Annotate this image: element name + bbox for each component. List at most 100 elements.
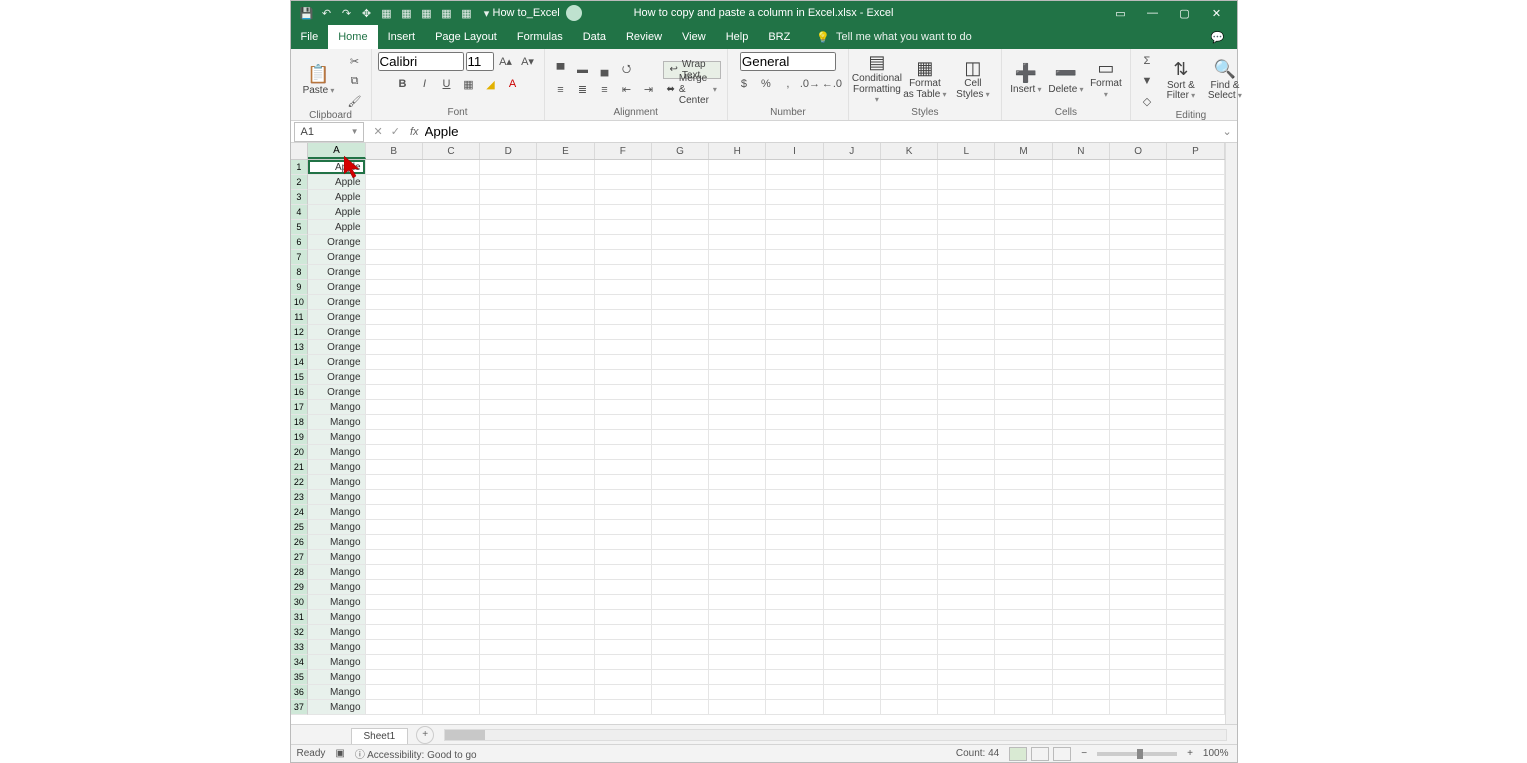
cell[interactable]: Mango xyxy=(308,505,365,520)
cell[interactable] xyxy=(652,475,709,490)
cell[interactable] xyxy=(366,310,423,325)
macro-record-icon[interactable]: ▣ xyxy=(335,748,344,759)
cell[interactable] xyxy=(766,505,823,520)
font-name-input[interactable] xyxy=(378,52,464,71)
cell[interactable] xyxy=(366,325,423,340)
cell[interactable] xyxy=(652,355,709,370)
cell[interactable] xyxy=(709,580,766,595)
close-icon[interactable]: ✕ xyxy=(1203,1,1231,25)
enter-formula-icon[interactable]: ✓ xyxy=(391,125,400,138)
cell[interactable]: Mango xyxy=(308,445,365,460)
cell[interactable] xyxy=(537,250,594,265)
cell[interactable] xyxy=(537,655,594,670)
row-header[interactable]: 23 xyxy=(291,490,309,505)
align-left-icon[interactable]: ≡ xyxy=(551,81,571,99)
cell[interactable] xyxy=(595,520,652,535)
cell[interactable] xyxy=(995,580,1052,595)
cell[interactable]: Orange xyxy=(308,355,365,370)
cell[interactable] xyxy=(595,280,652,295)
sort-filter-button[interactable]: ⇅ Sort & Filter xyxy=(1161,55,1201,107)
cell[interactable] xyxy=(480,625,537,640)
cell[interactable] xyxy=(824,295,881,310)
cell[interactable] xyxy=(595,580,652,595)
row-header[interactable]: 4 xyxy=(291,205,309,220)
cell[interactable] xyxy=(1167,385,1224,400)
cell[interactable] xyxy=(881,565,938,580)
cell[interactable] xyxy=(881,700,938,715)
cell[interactable] xyxy=(423,220,480,235)
cell[interactable] xyxy=(881,310,938,325)
cell[interactable] xyxy=(1053,235,1110,250)
cell[interactable] xyxy=(881,475,938,490)
cell[interactable] xyxy=(423,310,480,325)
cell[interactable] xyxy=(652,220,709,235)
cell[interactable] xyxy=(480,385,537,400)
cell[interactable] xyxy=(881,460,938,475)
cell[interactable]: Apple xyxy=(308,205,365,220)
tab-insert[interactable]: Insert xyxy=(378,25,426,49)
cell[interactable] xyxy=(423,280,480,295)
cell[interactable] xyxy=(709,295,766,310)
cell[interactable] xyxy=(1053,475,1110,490)
undo-icon[interactable]: ↶ xyxy=(321,7,333,19)
cell[interactable] xyxy=(938,670,995,685)
cell[interactable] xyxy=(423,190,480,205)
cell[interactable] xyxy=(709,595,766,610)
cell[interactable]: Mango xyxy=(308,610,365,625)
conditional-formatting-button[interactable]: ▤ Conditional Formatting xyxy=(855,54,899,106)
cell[interactable] xyxy=(652,535,709,550)
maximize-icon[interactable]: ▢ xyxy=(1171,1,1199,25)
cell[interactable] xyxy=(480,205,537,220)
cell[interactable] xyxy=(709,685,766,700)
cell[interactable] xyxy=(881,400,938,415)
cell[interactable] xyxy=(537,265,594,280)
cell[interactable] xyxy=(881,205,938,220)
cell[interactable] xyxy=(709,205,766,220)
autosum-icon[interactable]: Σ xyxy=(1137,52,1157,70)
cancel-formula-icon[interactable]: ✕ xyxy=(374,125,383,138)
share-icon[interactable]: 💬 xyxy=(1199,25,1237,49)
column-header-P[interactable]: P xyxy=(1167,143,1224,159)
page-break-view-button[interactable] xyxy=(1053,747,1071,761)
cell[interactable] xyxy=(1110,355,1167,370)
cell[interactable] xyxy=(537,670,594,685)
cell[interactable] xyxy=(824,175,881,190)
cell[interactable] xyxy=(938,445,995,460)
cell[interactable] xyxy=(652,550,709,565)
cell[interactable] xyxy=(423,475,480,490)
cell[interactable] xyxy=(537,625,594,640)
format-painter-icon[interactable]: 🖌 xyxy=(345,92,365,110)
cell[interactable] xyxy=(824,250,881,265)
cell[interactable] xyxy=(366,370,423,385)
cell[interactable] xyxy=(652,565,709,580)
align-center-icon[interactable]: ≣ xyxy=(573,81,593,99)
cell[interactable] xyxy=(766,520,823,535)
row-header[interactable]: 5 xyxy=(291,220,309,235)
cell[interactable] xyxy=(938,460,995,475)
cell[interactable] xyxy=(995,310,1052,325)
cell[interactable] xyxy=(1110,370,1167,385)
cell[interactable]: Orange xyxy=(308,235,365,250)
cell[interactable] xyxy=(995,475,1052,490)
zoom-out-button[interactable]: − xyxy=(1081,748,1087,759)
cell[interactable] xyxy=(766,385,823,400)
cell[interactable] xyxy=(1167,400,1224,415)
column-header-A[interactable]: A xyxy=(308,143,365,159)
cell-styles-button[interactable]: ◫ Cell Styles xyxy=(951,54,995,106)
row-header[interactable]: 8 xyxy=(291,265,309,280)
cell[interactable] xyxy=(537,700,594,715)
cell[interactable] xyxy=(1167,190,1224,205)
cell[interactable] xyxy=(366,490,423,505)
cell[interactable] xyxy=(881,670,938,685)
cell[interactable] xyxy=(1110,190,1167,205)
cell[interactable] xyxy=(652,340,709,355)
cell[interactable] xyxy=(595,415,652,430)
cell[interactable] xyxy=(938,610,995,625)
cell[interactable] xyxy=(1110,445,1167,460)
cell[interactable] xyxy=(423,175,480,190)
cell[interactable] xyxy=(995,295,1052,310)
cell[interactable] xyxy=(766,625,823,640)
cell[interactable] xyxy=(995,190,1052,205)
cell[interactable] xyxy=(1110,580,1167,595)
minimize-icon[interactable]: — xyxy=(1139,1,1167,25)
